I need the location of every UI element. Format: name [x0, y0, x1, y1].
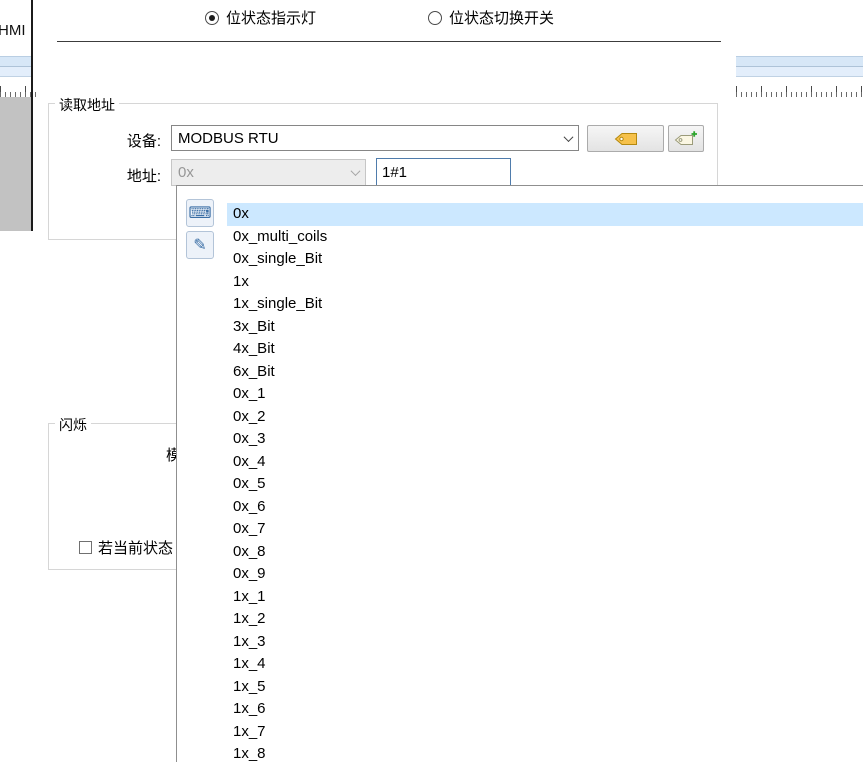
toolbar-fragment-right — [736, 56, 863, 77]
panel-divider — [31, 0, 33, 231]
address-type-option[interactable]: 0x_1 — [227, 383, 863, 406]
radio-label: 位状态切换开关 — [449, 7, 554, 28]
screen: HMI 位状态指示灯 位状态切换开关 读取地址 设备: MODBUS RTU — [0, 0, 863, 762]
address-type-option[interactable]: 4x_Bit — [227, 338, 863, 361]
address-type-option[interactable]: 6x_Bit — [227, 361, 863, 384]
address-type-value: 0x — [172, 164, 345, 181]
address-type-option[interactable]: 0x_2 — [227, 406, 863, 429]
address-type-dropdown-popup: ⌨ ✎ 0x0x_multi_coils0x_single_Bit1x1x_si… — [176, 185, 863, 762]
address-type-option[interactable]: 1x — [227, 271, 863, 294]
checkbox-icon — [79, 541, 92, 554]
group-title: 读取地址 — [55, 95, 119, 115]
tag-library-button[interactable] — [587, 125, 664, 152]
address-type-option[interactable]: 1x_6 — [227, 698, 863, 721]
side-panel-fragment — [0, 97, 31, 231]
edit-button[interactable]: ✎ — [186, 231, 214, 259]
address-type-option[interactable]: 0x_3 — [227, 428, 863, 451]
keyboard-icon: ⌨ — [188, 205, 211, 221]
keyboard-button[interactable]: ⌨ — [186, 199, 214, 227]
address-type-option[interactable]: 3x_Bit — [227, 316, 863, 339]
address-type-option[interactable]: 1x_4 — [227, 653, 863, 676]
checkbox-label: 若当前状态 — [98, 537, 173, 558]
group-title: 闪烁 — [55, 415, 91, 435]
address-type-option[interactable]: 1x_single_Bit — [227, 293, 863, 316]
chevron-down-icon[interactable] — [558, 126, 578, 150]
address-type-option[interactable]: 0x_5 — [227, 473, 863, 496]
device-select[interactable]: MODBUS RTU — [171, 125, 579, 151]
address-type-select[interactable]: 0x — [171, 159, 366, 186]
tag-plus-icon — [674, 130, 698, 148]
address-type-option[interactable]: 0x_9 — [227, 563, 863, 586]
add-tag-button[interactable] — [668, 125, 704, 152]
tag-icon — [613, 131, 639, 147]
address-type-option[interactable]: 1x_8 — [227, 743, 863, 762]
address-type-option[interactable]: 0x_7 — [227, 518, 863, 541]
address-type-option[interactable]: 1x_5 — [227, 676, 863, 699]
device-label: 设备: — [101, 130, 161, 151]
address-type-option[interactable]: 1x_3 — [227, 631, 863, 654]
horizontal-ruler-right — [736, 85, 863, 97]
radio-option-bit-lamp[interactable]: 位状态指示灯 — [205, 7, 316, 28]
address-type-option[interactable]: 0x — [227, 203, 863, 226]
address-type-option[interactable]: 0x_single_Bit — [227, 248, 863, 271]
address-input[interactable] — [376, 158, 511, 186]
chevron-down-icon[interactable] — [345, 160, 365, 185]
address-label: 地址: — [101, 165, 161, 186]
address-type-option[interactable]: 0x_4 — [227, 451, 863, 474]
radio-selected-icon — [205, 11, 219, 25]
toolbar-fragment-left — [0, 56, 31, 77]
address-type-list: 0x0x_multi_coils0x_single_Bit1x1x_single… — [227, 203, 863, 762]
address-type-option[interactable]: 0x_8 — [227, 541, 863, 564]
project-tree-hmi-label: HMI — [0, 22, 26, 39]
address-type-option[interactable]: 1x_2 — [227, 608, 863, 631]
section-divider — [57, 41, 721, 42]
device-value: MODBUS RTU — [172, 130, 558, 147]
address-type-option[interactable]: 0x_6 — [227, 496, 863, 519]
radio-label: 位状态指示灯 — [226, 7, 316, 28]
edit-icon: ✎ — [193, 237, 206, 253]
address-type-option[interactable]: 1x_7 — [227, 721, 863, 744]
address-type-option[interactable]: 0x_multi_coils — [227, 226, 863, 249]
radio-unselected-icon — [428, 11, 442, 25]
address-type-option[interactable]: 1x_1 — [227, 586, 863, 609]
radio-option-bit-switch[interactable]: 位状态切换开关 — [428, 7, 554, 28]
current-state-checkbox[interactable]: 若当前状态 — [79, 537, 173, 558]
